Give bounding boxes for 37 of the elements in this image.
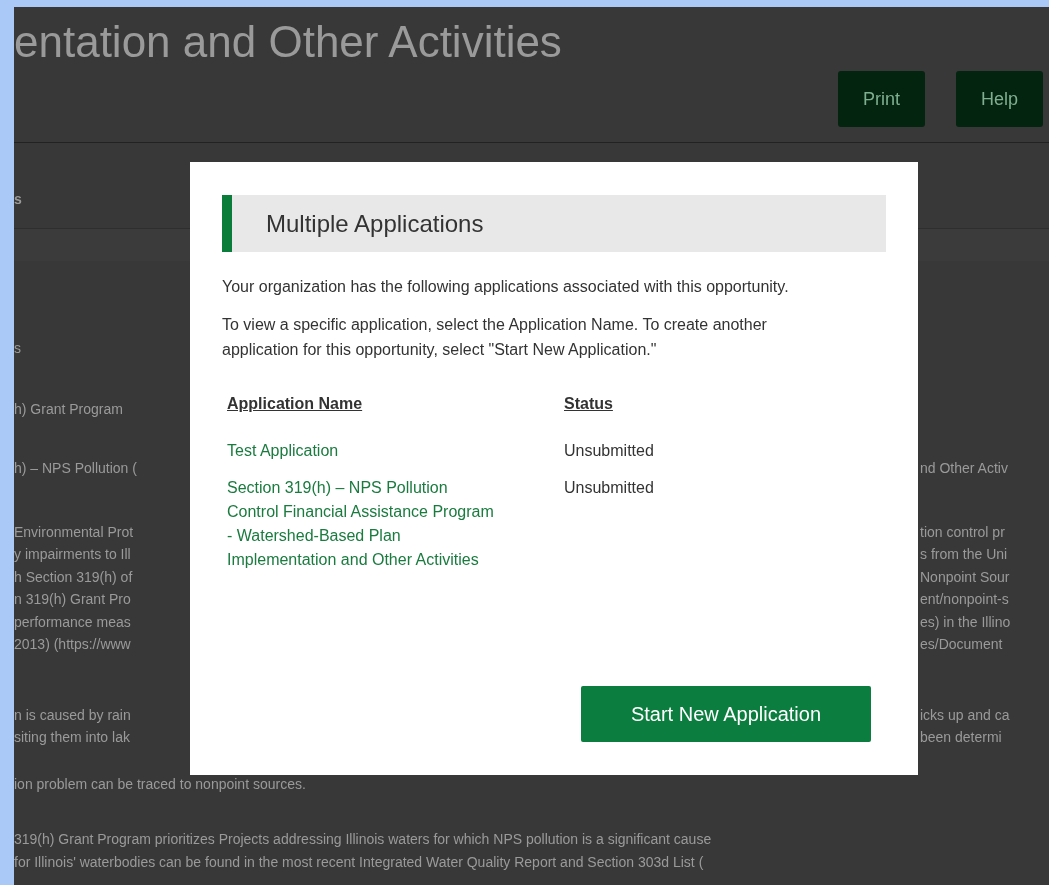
page-title: entation and Other Activities: [14, 17, 562, 67]
dialog-text: To view a specific application, select the Application Name. To create another application for this opportunity, select "Start New Application.": [222, 315, 768, 360]
background-text: performance meas: [14, 612, 131, 632]
background-text: s from the Uni: [920, 545, 1008, 564]
application-link[interactable]: Test Application: [227, 439, 497, 463]
background-text: es) in the Illino: [920, 612, 1011, 632]
background-text: ion problem can be traced to nonpoint sources.: [14, 774, 306, 794]
header-button[interactable]: Print: [837, 71, 925, 127]
background-text: siting them into lak: [14, 728, 130, 747]
column-header: Status: [564, 394, 613, 414]
application-link[interactable]: Section 319(h) – NPS Pollution Control Financial Assistance Program - Watershed-Based Plan Implementation and Other Activities: [227, 476, 497, 572]
background-text: n is caused by rain: [14, 705, 131, 725]
status-text: Unsubmitted: [564, 478, 655, 498]
background-text: ent/nonpoint-s: [920, 590, 1009, 609]
background-text: n 319(h) Grant Pro: [14, 590, 131, 609]
background-text: h) Grant Program: [14, 399, 123, 419]
column-header: Application Name: [227, 394, 363, 414]
background-text: 2013) (https://www: [14, 635, 131, 654]
background-text: nd Other Activ: [920, 459, 1008, 478]
background-text: tion control pr: [920, 522, 1005, 542]
background-text: es/Document: [920, 635, 1003, 654]
background-text: s: [14, 339, 21, 358]
background-text: for Illinois' waterbodies can be found in the most recent Integrated Water Quality Report and Section 303d List (: [14, 852, 704, 872]
background-text: 319(h) Grant Program prioritizes Projects addressing Illinois waters for which NPS pollution is a significant cause: [14, 830, 712, 849]
start-new-application-button[interactable]: Start New Application: [581, 686, 871, 742]
header-button[interactable]: Help: [955, 71, 1043, 127]
tab-label[interactable]: s: [14, 191, 22, 207]
background-text: icks up and ca: [920, 705, 1010, 725]
background-text: y impairments to Ill: [14, 545, 131, 564]
background-text: Nonpoint Sour: [920, 567, 1010, 587]
background-text: h) – NPS Pollution (: [14, 459, 137, 478]
dialog-title: Multiple Applications: [266, 208, 484, 239]
status-text: Unsubmitted: [564, 441, 655, 461]
dialog-text: Your organization has the following applications associated with this opportunity.: [222, 277, 790, 297]
background-text: Environmental Prot: [14, 522, 134, 542]
background-text: been determi: [920, 728, 1002, 747]
background-text: h Section 319(h) of: [14, 567, 133, 587]
